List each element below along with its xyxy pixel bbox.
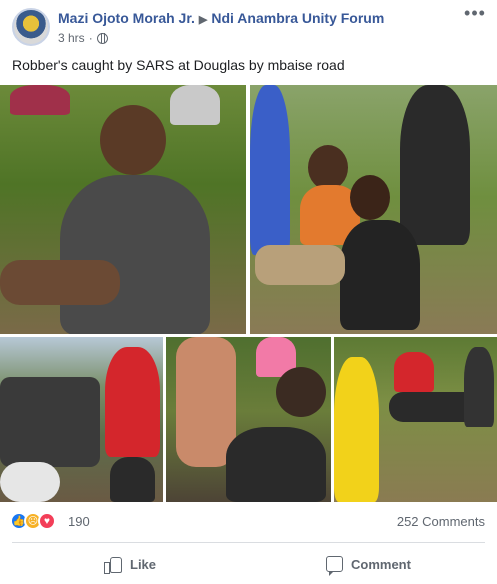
- like-label: Like: [130, 556, 157, 572]
- photo-figure: [400, 85, 470, 245]
- photo-figure: [10, 85, 70, 115]
- photo-figure: [60, 175, 210, 334]
- photo-figure: [308, 145, 348, 190]
- photo-figure: [464, 347, 494, 427]
- post-header: Mazi Ojoto Morah Jr. ▶ Ndi Anambra Unity F…: [0, 0, 497, 50]
- photo-figure: [0, 377, 100, 467]
- photo-figure: [334, 357, 379, 502]
- photo-figure: [340, 220, 420, 330]
- post-actions: Like Comment: [0, 544, 497, 584]
- group-name-link[interactable]: Ndi Anambra Unity Forum: [211, 10, 384, 26]
- photo-5[interactable]: [334, 337, 497, 502]
- photo-figure: [250, 85, 290, 255]
- photo-figure: [255, 245, 345, 285]
- author-avatar[interactable]: [12, 8, 50, 46]
- photo-3[interactable]: [0, 337, 163, 502]
- comment-count-link[interactable]: 252 Comments: [397, 514, 485, 529]
- comment-button[interactable]: Comment: [326, 550, 411, 578]
- photo-figure: [170, 85, 220, 125]
- post-text: Robber's caught by SARS at Douglas by mb…: [12, 57, 345, 73]
- photo-figure: [394, 352, 434, 392]
- photo-figure: [226, 427, 326, 502]
- like-button[interactable]: Like: [104, 550, 156, 578]
- more-options-icon[interactable]: •••: [463, 4, 487, 24]
- reactions-bar: 👍 ☹ ♥ 190 252 Comments: [0, 508, 497, 534]
- comment-label: Comment: [351, 556, 411, 572]
- globe-icon: [96, 32, 108, 44]
- reaction-count[interactable]: 190: [68, 514, 90, 529]
- photo-1[interactable]: [0, 85, 246, 334]
- reaction-icons[interactable]: 👍 ☹ ♥: [10, 512, 56, 530]
- photo-figure: [100, 105, 166, 175]
- photo-figure: [276, 367, 326, 417]
- post-meta: 3 hrs ·: [58, 31, 108, 45]
- photo-4[interactable]: [166, 337, 331, 502]
- comment-bubble-icon: [326, 556, 343, 576]
- photo-figure: [0, 260, 120, 305]
- love-reaction-icon: ♥: [38, 512, 56, 530]
- photo-figure: [105, 347, 160, 457]
- photo-2[interactable]: [250, 85, 497, 334]
- post-timestamp[interactable]: 3 hrs: [58, 31, 85, 45]
- meta-separator: ·: [88, 31, 93, 45]
- photo-figure: [350, 175, 390, 220]
- author-name-link[interactable]: Mazi Ojoto Morah Jr.: [58, 10, 195, 26]
- photo-figure: [110, 457, 155, 502]
- post-title-line: Mazi Ojoto Morah Jr. ▶ Ndi Anambra Unity F…: [58, 10, 384, 26]
- thumbs-up-icon: [104, 555, 122, 574]
- arrow-right-icon: ▶: [198, 14, 208, 26]
- divider: [12, 542, 485, 543]
- photo-figure: [0, 462, 60, 502]
- photo-grid: [0, 85, 497, 502]
